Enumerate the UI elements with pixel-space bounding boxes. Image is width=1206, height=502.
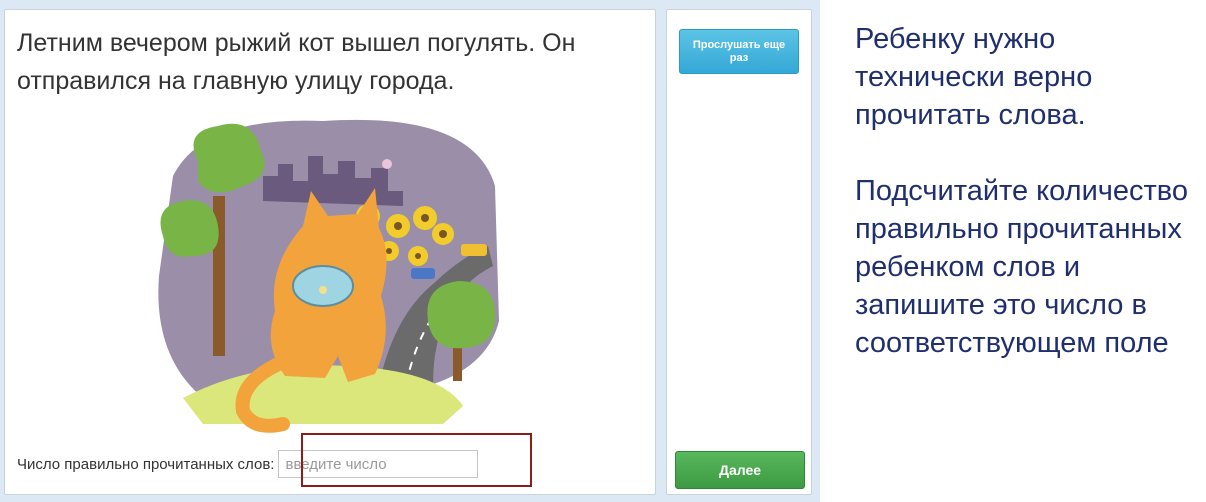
answer-label: Число правильно прочитанных слов:	[17, 455, 275, 473]
instructions: Ребенку нужно технически верно прочитать…	[855, 20, 1195, 362]
exercise-panel: Летним вечером рыжий кот вышел погулять.…	[4, 9, 656, 495]
story-text: Летним вечером рыжий кот вышел погулять.…	[17, 29, 576, 95]
answer-row: Число правильно прочитанных слов:	[17, 446, 479, 482]
replay-button[interactable]: Прослушать еще раз	[679, 29, 799, 74]
word-count-input[interactable]	[278, 450, 479, 478]
side-panel: Прослушать еще раз Далее	[666, 9, 812, 495]
cat-illustration	[158, 119, 499, 433]
instructions-paragraph-1: Ребенку нужно технически верно прочитать…	[855, 23, 1093, 131]
instructions-paragraph-2: Подсчитайте количество правильно прочита…	[855, 175, 1189, 359]
next-button[interactable]: Далее	[675, 451, 805, 489]
